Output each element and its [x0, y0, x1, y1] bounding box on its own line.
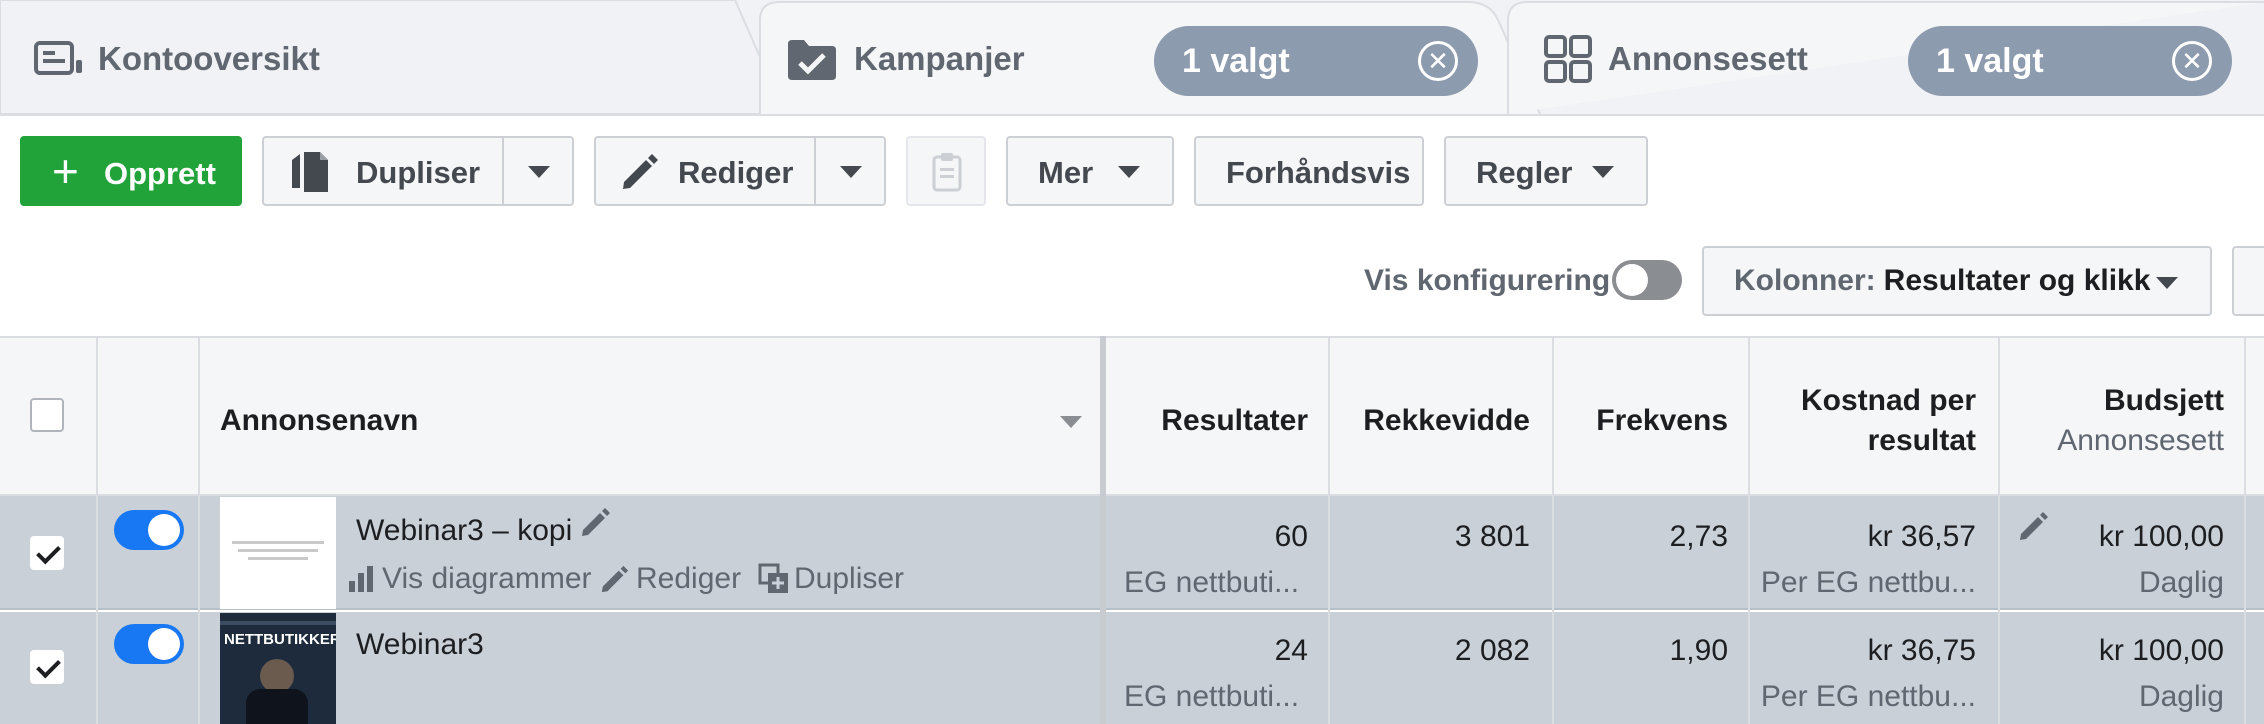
adsets-selected-pill[interactable]: 1 valgt ✕ [1908, 26, 2232, 96]
duplicate-icon [292, 152, 328, 192]
show-configuration-toggle[interactable] [1612, 260, 1682, 300]
row-duplicate-label: Dupliser [794, 562, 905, 595]
sort-chevron-down-icon[interactable] [1060, 416, 1082, 428]
column-divider [96, 336, 98, 724]
duplicate-button-group: Dupliser [262, 136, 574, 206]
preview-button[interactable]: Forhåndsvis [1194, 136, 1424, 206]
column-divider [198, 336, 200, 724]
results-sub: EG nettbuti... [1124, 566, 1300, 599]
paste-button[interactable] [906, 136, 986, 206]
ad-name[interactable]: Webinar3 – kopi [356, 514, 572, 548]
columns-selector[interactable]: Kolonner: Resultater og klikk [1702, 246, 2212, 316]
rename-pencil-icon[interactable] [580, 506, 612, 538]
create-button[interactable]: + Opprett [20, 136, 242, 206]
cost-sub: Per EG nettbu... [1760, 680, 1976, 713]
row-edit-label: Rediger [636, 562, 742, 595]
columns-value: Resultater og klikk [1883, 264, 2151, 297]
account-overview-icon [34, 41, 82, 75]
cost-value: kr 36,57 [1867, 520, 1976, 553]
row-status-toggle[interactable] [114, 624, 184, 664]
column-divider [1998, 336, 2000, 724]
preview-label: Forhåndsvis [1226, 155, 1411, 190]
tab-bar: Kontooversikt Kampanjer 1 valgt ✕ Annons… [0, 0, 2264, 116]
rules-label: Regler [1476, 155, 1573, 190]
reach-value: 2 082 [1454, 634, 1530, 667]
table-row[interactable]: NETTBUTIKKER Webinar3 24 EG nettbuti... … [0, 612, 2264, 724]
columns-key: Kolonner: [1734, 264, 1876, 297]
duplicate-button[interactable]: Dupliser [264, 138, 502, 204]
breakdown-button[interactable] [2232, 246, 2264, 316]
rules-button[interactable]: Regler [1444, 136, 1648, 206]
thumbnail-text: NETTBUTIKKER [224, 631, 336, 648]
more-chevron-down-icon [1118, 166, 1140, 178]
edit-button[interactable]: Rediger [596, 138, 814, 204]
cost-sub: Per EG nettbu... [1760, 566, 1976, 599]
tab-ad-sets-label: Annonsesett [1608, 40, 1808, 77]
ad-name[interactable]: Webinar3 [356, 628, 484, 662]
pencil-icon [623, 154, 658, 189]
view-charts-label: Vis diagrammer [382, 562, 592, 595]
frozen-column-divider[interactable] [1100, 336, 1106, 724]
bar-chart-icon [349, 566, 373, 592]
campaigns-selected-pill[interactable]: 1 valgt ✕ [1154, 26, 1478, 96]
clear-campaigns-icon[interactable]: ✕ [1418, 41, 1458, 81]
create-label: Opprett [104, 156, 216, 191]
edit-pencil-icon [601, 565, 629, 593]
edit-chevron-down-icon [840, 166, 862, 178]
clear-adsets-icon[interactable]: ✕ [2172, 41, 2212, 81]
campaign-folder-icon [788, 40, 836, 80]
frequency-value: 1,90 [1669, 634, 1728, 667]
tab-account-overview-label: Kontooversikt [98, 40, 320, 77]
more-label: Mer [1038, 155, 1094, 190]
tab-campaigns-label: Kampanjer [854, 40, 1025, 77]
edit-label: Rediger [678, 155, 794, 190]
table-row[interactable]: Webinar3 – kopi Vis diagrammer Rediger D… [0, 496, 2264, 610]
duplicate-label: Dupliser [356, 155, 481, 190]
budget-sub: Daglig [2138, 566, 2224, 599]
column-divider [1748, 336, 1750, 724]
columns-chevron-down-icon [2156, 277, 2178, 289]
budget-sub: Daglig [2138, 680, 2224, 713]
clipboard-icon [932, 153, 962, 192]
show-configuration-label: Vis konfigurering [1364, 264, 1611, 297]
budget-value: kr 100,00 [2098, 634, 2224, 667]
duplicate-chevron-down-icon [528, 166, 550, 178]
ad-thumbnail[interactable]: NETTBUTIKKER [220, 613, 336, 724]
plus-icon: + [52, 145, 79, 197]
ads-table: Annonsenavn Resultater Rekkevidde Frekve… [0, 336, 2264, 724]
column-divider [2244, 336, 2246, 724]
frequency-value: 2,73 [1669, 520, 1728, 553]
reach-value: 3 801 [1454, 520, 1530, 553]
duplicate-dropdown[interactable] [504, 138, 574, 204]
results-value: 60 [1274, 520, 1308, 553]
more-button[interactable]: Mer [1006, 136, 1174, 206]
results-sub: EG nettbuti... [1124, 680, 1300, 713]
edit-dropdown[interactable] [816, 138, 886, 204]
rules-chevron-down-icon [1592, 166, 1614, 178]
cost-value: kr 36,75 [1867, 634, 1976, 667]
ad-thumbnail[interactable] [220, 497, 336, 609]
view-charts-link[interactable]: Vis diagrammer [346, 562, 592, 596]
edit-button-group: Rediger [594, 136, 886, 206]
duplicate-plus-icon [758, 563, 788, 593]
row-duplicate-link[interactable]: Dupliser [758, 562, 904, 596]
results-value: 24 [1274, 634, 1308, 667]
row-status-toggle[interactable] [114, 510, 184, 550]
row-edit-link[interactable]: Rediger [600, 562, 741, 596]
grid-icon [1544, 35, 1592, 83]
column-divider [1328, 336, 1330, 724]
budget-value: kr 100,00 [2098, 520, 2224, 553]
row-checkbox[interactable] [30, 536, 64, 570]
campaigns-selected-count: 1 valgt [1182, 41, 1290, 80]
row-checkbox[interactable] [30, 650, 64, 684]
table-header: Annonsenavn Resultater Rekkevidde Frekve… [0, 336, 2264, 496]
column-divider [1552, 336, 1554, 724]
adsets-selected-count: 1 valgt [1936, 41, 2044, 80]
select-all-checkbox[interactable] [30, 398, 64, 432]
